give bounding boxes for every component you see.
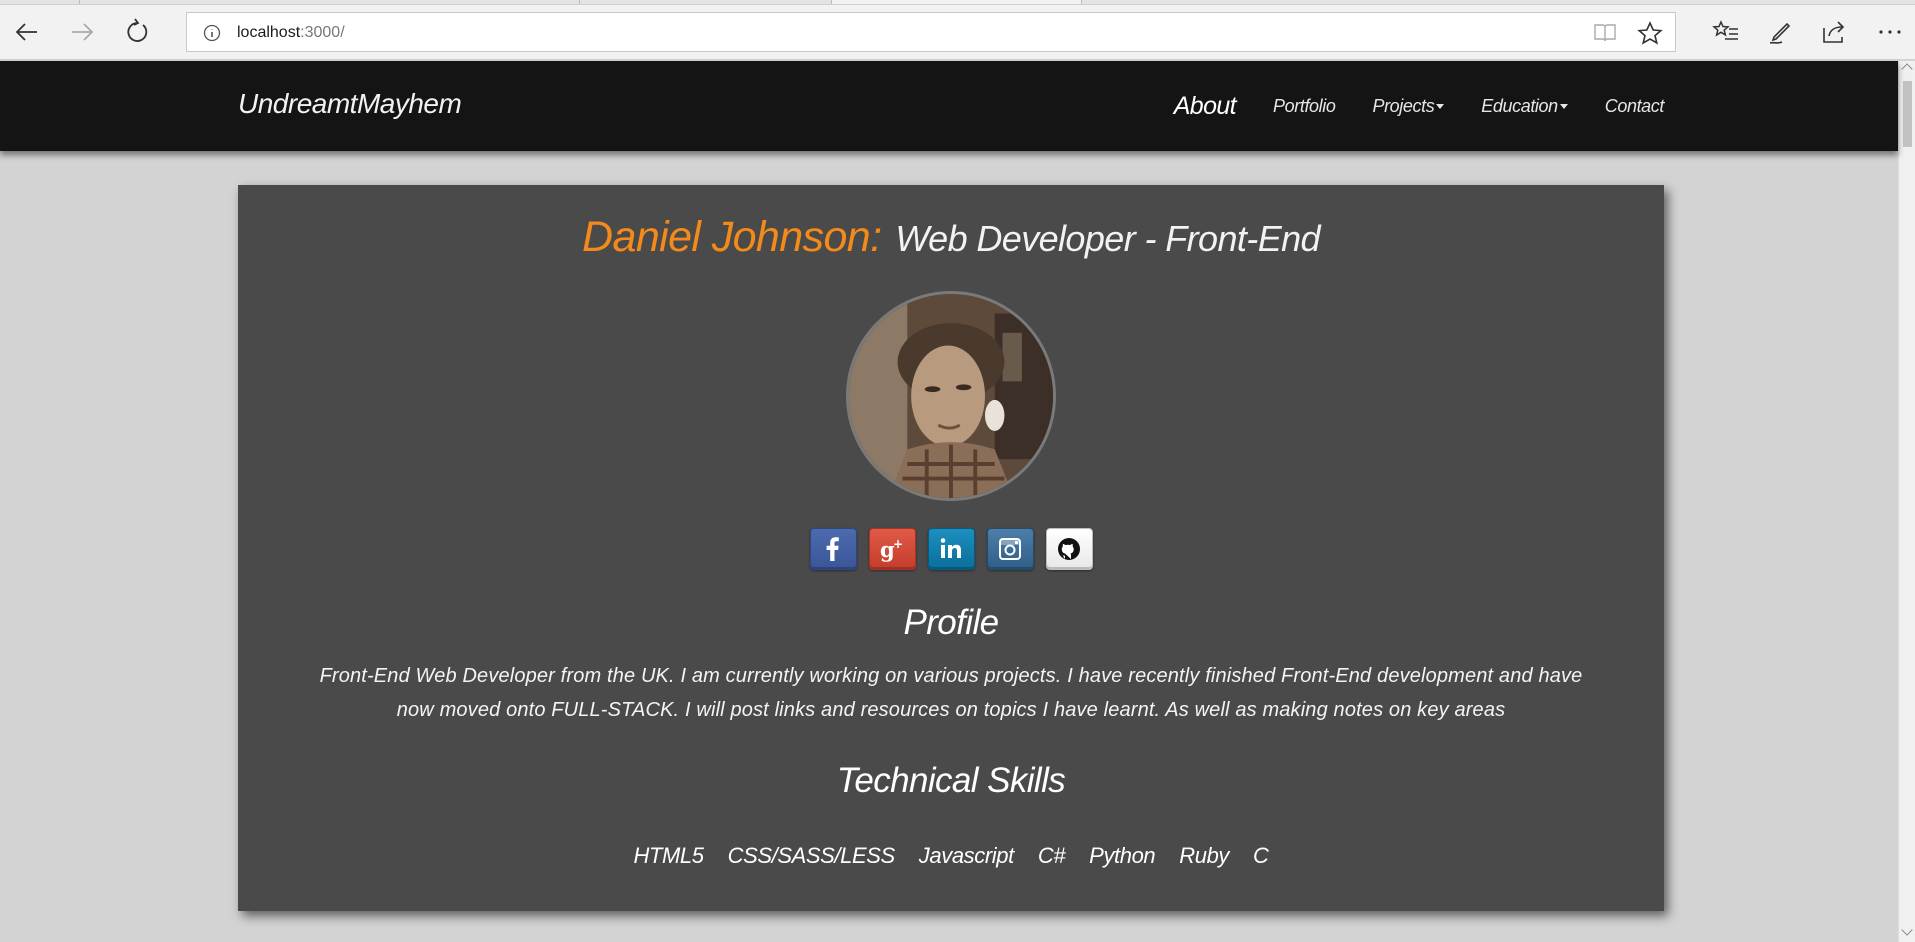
- bio-line: Front-End Web Developer from the UK. I a…: [319, 665, 1583, 687]
- more-button[interactable]: [1868, 10, 1912, 54]
- brand-logo[interactable]: UndreamtMayhem: [238, 88, 462, 120]
- instagram-icon: [999, 538, 1021, 560]
- nav-about-label: About: [1173, 91, 1237, 120]
- google-plus-link[interactable]: g +: [868, 528, 916, 570]
- site-navbar: UndreamtMayhem About Portfolio Projects …: [0, 61, 1898, 151]
- skills-list: HTML5 CSS/SASS/LESS Javascript C# Python…: [238, 843, 1664, 869]
- url-port-path: :3000/: [300, 24, 345, 41]
- nav-portfolio[interactable]: Portfolio: [1273, 95, 1336, 117]
- back-arrow-icon: [15, 23, 37, 41]
- skill-item: C#: [1037, 843, 1066, 868]
- nav-projects-label: Projects: [1372, 95, 1435, 116]
- profile-bio: Front-End Web Developer from the UK. I a…: [268, 659, 1634, 727]
- ellipsis-icon: [1879, 30, 1901, 34]
- browser-toolbar: localhost:3000/: [0, 5, 1915, 60]
- tab-active[interactable]: [832, 0, 1082, 4]
- facebook-icon: [826, 537, 839, 561]
- instagram-link[interactable]: [986, 528, 1034, 570]
- svg-text:+: +: [893, 537, 903, 551]
- nav-portfolio-label: Portfolio: [1273, 95, 1336, 116]
- share-button[interactable]: [1812, 10, 1856, 54]
- refresh-icon: [127, 18, 148, 42]
- scrollbar-thumb[interactable]: [1903, 81, 1912, 147]
- avatar: [846, 291, 1056, 501]
- bio-line: now moved onto FULL-STACK. I will post l…: [396, 699, 1506, 721]
- nav-contact-label: Contact: [1604, 95, 1665, 116]
- web-note-button[interactable]: [1759, 10, 1803, 54]
- pen-icon: [1769, 22, 1791, 44]
- skill-item: C: [1253, 843, 1269, 868]
- favorites-hub-button[interactable]: [1704, 10, 1748, 54]
- profile-photo: [849, 294, 1053, 498]
- facebook-link[interactable]: [809, 528, 857, 570]
- forward-button[interactable]: [60, 10, 104, 54]
- caret-down-icon: [1559, 103, 1568, 109]
- about-card: Daniel Johnson: Web Developer - Front-End…: [238, 185, 1664, 911]
- share-icon: [1823, 21, 1845, 43]
- nav-education-dropdown[interactable]: Education: [1481, 95, 1568, 117]
- nav-contact[interactable]: Contact: [1604, 95, 1665, 117]
- url-text[interactable]: localhost:3000/: [237, 24, 345, 42]
- scroll-up-icon[interactable]: [1901, 63, 1913, 75]
- skill-item: CSS/SASS/LESS: [727, 843, 896, 868]
- favorites-list-icon: [1712, 20, 1738, 40]
- nav-projects-dropdown[interactable]: Projects: [1372, 95, 1445, 117]
- github-link[interactable]: [1045, 528, 1093, 570]
- url-host: localhost: [237, 24, 301, 41]
- social-links: g +: [238, 528, 1664, 570]
- caret-down-icon: [1436, 103, 1445, 109]
- nav-links: About Portfolio Projects Education Conta…: [1137, 61, 1665, 151]
- page-scrollbar[interactable]: [1898, 61, 1915, 942]
- tab[interactable]: [80, 0, 580, 4]
- star-icon[interactable]: [1637, 21, 1663, 45]
- page-title: Daniel Johnson: Web Developer - Front-End: [238, 213, 1664, 262]
- github-icon: [1058, 538, 1080, 560]
- google-plus-icon: g+: [880, 537, 903, 562]
- skill-item: Ruby: [1179, 843, 1230, 868]
- forward-arrow-icon: [72, 23, 94, 41]
- scroll-down-icon[interactable]: [1901, 924, 1913, 936]
- nav-education-label: Education: [1481, 95, 1558, 116]
- skill-item: Javascript: [918, 843, 1014, 868]
- profile-heading: Profile: [903, 603, 999, 642]
- developer-name: Daniel Johnson:: [582, 213, 882, 261]
- tab[interactable]: [0, 0, 80, 4]
- back-button[interactable]: [5, 10, 49, 54]
- skill-item: HTML5: [633, 843, 704, 868]
- linkedin-icon: [940, 538, 961, 558]
- skill-item: Python: [1089, 843, 1156, 868]
- reading-view-icon[interactable]: [1593, 22, 1617, 44]
- linkedin-link[interactable]: [927, 528, 975, 570]
- refresh-button[interactable]: [115, 10, 159, 54]
- skills-heading: Technical Skills: [836, 761, 1066, 800]
- tab[interactable]: [580, 0, 832, 4]
- nav-about[interactable]: About: [1173, 91, 1237, 121]
- info-icon[interactable]: [203, 24, 221, 42]
- address-bar[interactable]: localhost:3000/: [186, 12, 1676, 52]
- developer-role: Web Developer - Front-End: [895, 218, 1320, 259]
